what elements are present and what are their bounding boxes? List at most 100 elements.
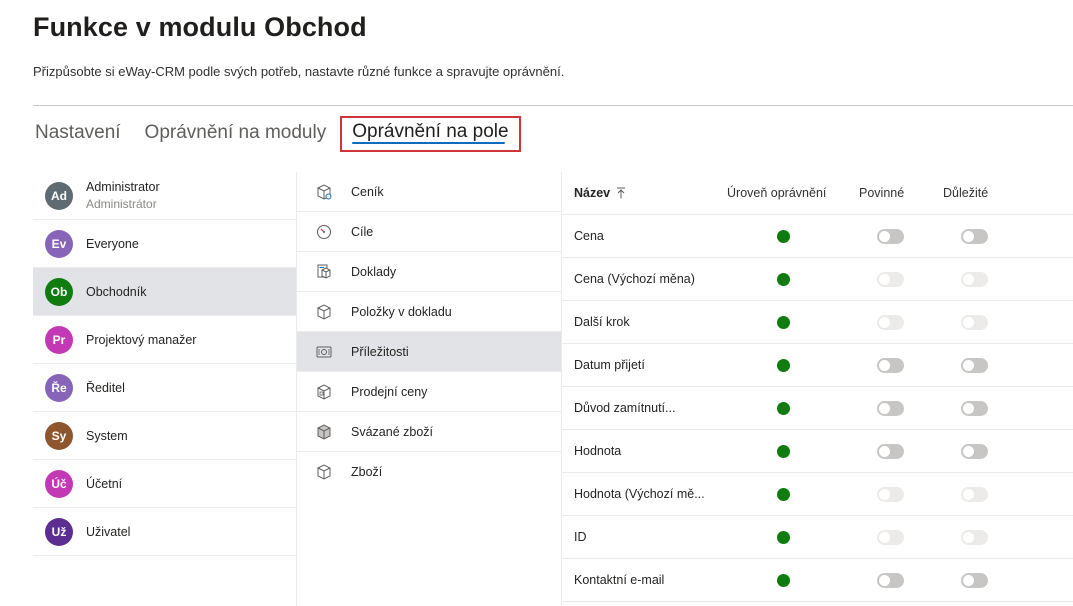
role-item[interactable]: Úč Účetní	[33, 460, 296, 508]
permission-status-dot[interactable]	[776, 229, 790, 243]
tab-field-permissions-label: Oprávnění na pole	[352, 121, 509, 142]
role-item[interactable]: Ob Obchodník	[33, 268, 296, 316]
field-name: Cena (Výchozí měna)	[574, 272, 695, 286]
table-row: Cena	[562, 215, 1073, 258]
module-name: Svázané zboží	[351, 424, 433, 439]
permission-status-dot[interactable]	[776, 358, 790, 372]
fields-table-header: Název Úroveň oprávnění Povinné Důležité	[562, 172, 1073, 215]
column-header-level[interactable]: Úroveň oprávnění	[712, 186, 840, 200]
module-name: Zboží	[351, 465, 383, 479]
avatar: Ad	[45, 181, 73, 210]
module-name: Prodejní ceny	[351, 384, 428, 399]
required-cell	[840, 314, 924, 330]
table-row: Datum přijetí	[562, 344, 1073, 387]
active-tab-indicator	[352, 142, 505, 144]
required-toggle[interactable]	[876, 357, 904, 373]
permission-status-dot[interactable]	[776, 315, 790, 329]
field-name: Další krok	[574, 315, 630, 329]
required-toggle[interactable]	[876, 572, 904, 588]
avatar-initials: Ad	[51, 188, 67, 203]
table-row: Hodnota (Výchozí mě...	[562, 473, 1073, 516]
avatar-initials: Ev	[51, 236, 67, 251]
important-cell	[924, 271, 1008, 287]
permission-level-cell	[712, 358, 840, 372]
required-toggle[interactable]	[876, 228, 904, 244]
document-items-icon	[315, 303, 333, 321]
sales-prices-icon	[315, 383, 333, 401]
field-name: Hodnota	[574, 444, 622, 458]
required-cell	[840, 400, 924, 416]
role-item[interactable]: Sy System	[33, 412, 296, 460]
important-toggle	[960, 486, 988, 502]
table-row: Důvod zamítnutí...	[562, 387, 1073, 430]
column-header-important[interactable]: Důležité	[924, 186, 1024, 200]
table-row: Kontaktní e-mail	[562, 559, 1073, 602]
roles-list: Ad Administrator Administrátor Ev Everyo…	[33, 172, 296, 556]
role-text: Ředitel	[86, 381, 125, 395]
role-text: System	[86, 429, 128, 443]
module-item[interactable]: Doklady	[297, 252, 561, 292]
role-text: Everyone	[86, 237, 139, 251]
important-toggle	[960, 271, 988, 287]
tab-settings[interactable]: Nastavení	[33, 118, 123, 148]
avatar-initials: Ře	[51, 380, 67, 395]
module-item[interactable]: Položky v dokladu	[297, 292, 561, 332]
permission-status-dot[interactable]	[776, 487, 790, 501]
role-item[interactable]: Ře Ředitel	[33, 364, 296, 412]
field-name: Datum přijetí	[574, 358, 645, 372]
important-cell	[924, 314, 1008, 330]
column-header-name[interactable]: Název	[562, 186, 712, 200]
role-item[interactable]: Ev Everyone	[33, 220, 296, 268]
role-name: Uživatel	[86, 524, 131, 539]
header-divider	[33, 105, 1073, 106]
module-name: Položky v dokladu	[351, 304, 452, 319]
price-list-icon	[315, 183, 333, 201]
important-toggle[interactable]	[960, 572, 988, 588]
module-item[interactable]: Zboží	[297, 452, 561, 492]
permission-level-cell	[712, 315, 840, 329]
required-cell	[840, 228, 924, 244]
avatar-initials: Úč	[51, 476, 67, 491]
module-item[interactable]: Příležitosti	[297, 332, 561, 372]
important-toggle[interactable]	[960, 357, 988, 373]
permission-status-dot[interactable]	[776, 272, 790, 286]
important-toggle[interactable]	[960, 228, 988, 244]
fields-table-body: Cena Cena (Výchozí měna) Další krok Datu…	[562, 215, 1073, 602]
table-row: Další krok	[562, 301, 1073, 344]
module-item[interactable]: Svázané zboží	[297, 412, 561, 452]
required-cell	[840, 572, 924, 588]
tab-module-permissions[interactable]: Oprávnění na moduly	[143, 118, 329, 148]
permission-status-dot[interactable]	[776, 401, 790, 415]
permission-status-dot[interactable]	[776, 530, 790, 544]
avatar: Sy	[45, 421, 73, 450]
required-cell	[840, 486, 924, 502]
important-toggle	[960, 529, 988, 545]
required-cell	[840, 529, 924, 545]
bundled-goods-icon	[315, 423, 333, 441]
role-item[interactable]: Pr Projektový manažer	[33, 316, 296, 364]
tab-field-permissions[interactable]: Oprávnění na pole	[340, 116, 521, 152]
role-item[interactable]: Už Uživatel	[33, 508, 296, 556]
required-toggle[interactable]	[876, 443, 904, 459]
module-item[interactable]: Prodejní ceny	[297, 372, 561, 412]
column-header-required[interactable]: Povinné	[840, 186, 924, 200]
important-toggle[interactable]	[960, 400, 988, 416]
role-name: Everyone	[86, 236, 139, 251]
avatar: Ře	[45, 373, 73, 402]
role-name: Účetní	[86, 476, 123, 491]
avatar: Pr	[45, 325, 73, 354]
module-item[interactable]: Ceník	[297, 172, 561, 212]
field-name: Cena	[574, 229, 604, 243]
role-text: Projektový manažer	[86, 333, 196, 347]
permission-status-dot[interactable]	[776, 444, 790, 458]
role-item[interactable]: Ad Administrator Administrátor	[33, 172, 296, 220]
opportunities-icon	[315, 343, 333, 361]
required-toggle[interactable]	[876, 400, 904, 416]
permission-status-dot[interactable]	[776, 573, 790, 587]
module-item[interactable]: Cíle	[297, 212, 561, 252]
goals-icon	[315, 223, 333, 241]
permission-level-cell	[712, 229, 840, 243]
important-toggle[interactable]	[960, 443, 988, 459]
permission-level-cell	[712, 444, 840, 458]
role-text: Administrator Administrátor	[86, 180, 160, 211]
